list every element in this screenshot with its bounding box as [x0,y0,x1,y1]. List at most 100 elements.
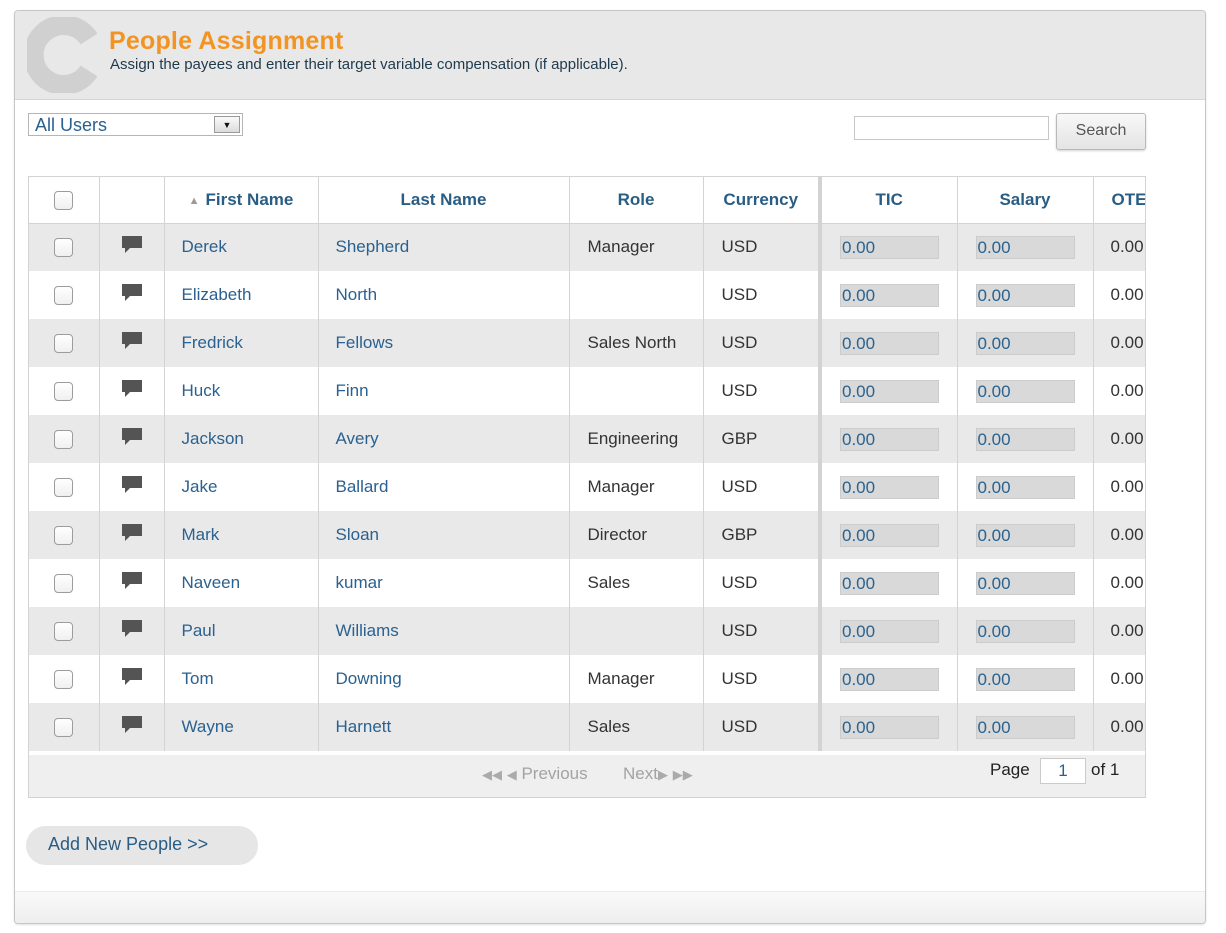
first-name-link[interactable]: Fredrick [164,319,319,367]
last-name-link[interactable]: Fellows [318,319,570,367]
last-name-link[interactable]: Shepherd [318,223,570,271]
salary-cell: 0.00 [957,271,1094,319]
salary-input[interactable]: 0.00 [975,283,1075,307]
first-name-link[interactable]: Derek [164,223,319,271]
salary-input[interactable]: 0.00 [975,475,1075,499]
tic-input[interactable]: 0.00 [840,619,939,643]
column-header-first-name[interactable]: ▲ First Name [164,177,319,224]
last-name-link[interactable]: Williams [318,607,570,655]
ote-cell: 0.00 [1093,703,1145,751]
column-header-ote[interactable]: OTE [1093,177,1145,224]
first-name-link[interactable]: Naveen [164,559,319,607]
double-right-arrow-icon[interactable]: ▶▶ [673,767,693,782]
next-page-button[interactable]: Next▶ ▶▶ [623,764,693,784]
salary-input[interactable]: 0.00 [975,619,1075,643]
last-name-link[interactable]: Downing [318,655,570,703]
user-filter-select[interactable]: All Users ▼ [28,113,243,136]
row-checkbox[interactable] [54,238,74,258]
row-checkbox[interactable] [54,430,74,449]
column-header-currency[interactable]: Currency [703,177,822,224]
people-assignment-panel: People Assignment Assign the payees and … [14,10,1206,924]
tic-cell: 0.00 [820,367,958,415]
column-header-tic[interactable]: TIC [820,177,958,224]
speech-bubble-icon[interactable] [120,379,144,403]
first-name-link[interactable]: Tom [164,655,319,703]
search-button[interactable]: Search [1056,113,1146,150]
speech-bubble-icon[interactable] [120,283,144,307]
row-checkbox[interactable] [54,526,74,545]
last-name-link[interactable]: Ballard [318,463,570,511]
tic-input[interactable]: 0.00 [840,427,939,451]
speech-bubble-icon[interactable] [120,235,144,259]
search-input[interactable] [854,116,1049,140]
tic-cell: 0.00 [820,271,958,319]
last-name-link[interactable]: Finn [318,367,570,415]
row-checkbox[interactable] [54,478,74,497]
salary-input[interactable]: 0.00 [975,235,1075,259]
speech-bubble-icon[interactable] [120,619,144,643]
speech-bubble-icon[interactable] [120,715,144,739]
select-all-checkbox[interactable] [54,190,74,210]
row-checkbox[interactable] [54,334,74,353]
first-name-link[interactable]: Mark [164,511,319,559]
speech-bubble-icon[interactable] [120,475,144,499]
row-checkbox[interactable] [54,718,74,737]
currency-cell: USD [703,319,822,367]
row-note-cell [99,607,165,655]
salary-input[interactable]: 0.00 [975,523,1075,547]
row-checkbox[interactable] [54,382,74,401]
first-name-link[interactable]: Jake [164,463,319,511]
column-header-role[interactable]: Role [569,177,704,224]
tic-input[interactable]: 0.00 [840,667,939,691]
last-name-link[interactable]: Harnett [318,703,570,751]
first-name-link[interactable]: Elizabeth [164,271,319,319]
row-checkbox[interactable] [54,574,74,593]
add-new-people-button[interactable]: Add New People >> [26,826,258,865]
speech-bubble-icon[interactable] [120,667,144,691]
tic-input[interactable]: 0.00 [840,475,939,499]
previous-page-button[interactable]: ◀◀ ◀ Previous [482,764,588,784]
first-name-link[interactable]: Jackson [164,415,319,463]
tic-input[interactable]: 0.00 [840,331,939,355]
speech-bubble-icon[interactable] [120,427,144,451]
page-number-input[interactable]: 1 [1040,758,1086,784]
tic-input[interactable]: 0.00 [840,235,939,259]
speech-bubble-icon[interactable] [120,523,144,547]
row-note-cell [99,271,165,319]
salary-cell: 0.00 [957,559,1094,607]
salary-input[interactable]: 0.00 [975,715,1075,739]
last-name-link[interactable]: kumar [318,559,570,607]
row-checkbox[interactable] [54,622,74,641]
row-note-cell [99,511,165,559]
row-checkbox[interactable] [54,286,74,305]
currency-cell: USD [703,559,822,607]
double-left-arrow-icon[interactable]: ◀◀ [482,767,502,782]
last-name-link[interactable]: Avery [318,415,570,463]
salary-input[interactable]: 0.00 [975,571,1075,595]
row-select-cell [29,271,100,319]
last-name-link[interactable]: Sloan [318,511,570,559]
column-header-last-name[interactable]: Last Name [318,177,570,224]
speech-bubble-icon[interactable] [120,571,144,595]
currency-cell: USD [703,271,822,319]
tic-input[interactable]: 0.00 [840,379,939,403]
first-name-link[interactable]: Paul [164,607,319,655]
tic-input[interactable]: 0.00 [840,571,939,595]
tic-cell: 0.00 [820,655,958,703]
tic-input[interactable]: 0.00 [840,715,939,739]
row-checkbox[interactable] [54,670,74,689]
salary-input[interactable]: 0.00 [975,331,1075,355]
salary-input[interactable]: 0.00 [975,427,1075,451]
role-cell: Manager [569,463,704,511]
column-header-salary[interactable]: Salary [957,177,1094,224]
first-name-link[interactable]: Wayne [164,703,319,751]
ote-cell: 0.00 [1093,367,1145,415]
chevron-down-icon[interactable]: ▼ [214,116,240,133]
last-name-link[interactable]: North [318,271,570,319]
tic-input[interactable]: 0.00 [840,283,939,307]
salary-input[interactable]: 0.00 [975,379,1075,403]
first-name-link[interactable]: Huck [164,367,319,415]
speech-bubble-icon[interactable] [120,331,144,355]
salary-input[interactable]: 0.00 [975,667,1075,691]
tic-input[interactable]: 0.00 [840,523,939,547]
